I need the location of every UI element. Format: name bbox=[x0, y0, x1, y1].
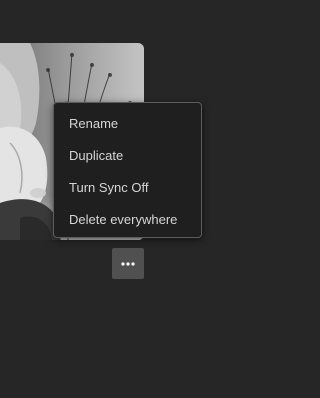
delete-everywhere-menu-item[interactable]: Delete everywhere bbox=[54, 204, 201, 236]
context-menu: Rename Duplicate Turn Sync Off Delete ev… bbox=[53, 102, 202, 238]
more-options-button[interactable] bbox=[112, 248, 144, 279]
rename-menu-item[interactable]: Rename bbox=[54, 108, 201, 140]
ellipsis-icon bbox=[121, 261, 135, 266]
turn-sync-off-menu-item[interactable]: Turn Sync Off bbox=[54, 172, 201, 204]
duplicate-menu-item[interactable]: Duplicate bbox=[54, 140, 201, 172]
